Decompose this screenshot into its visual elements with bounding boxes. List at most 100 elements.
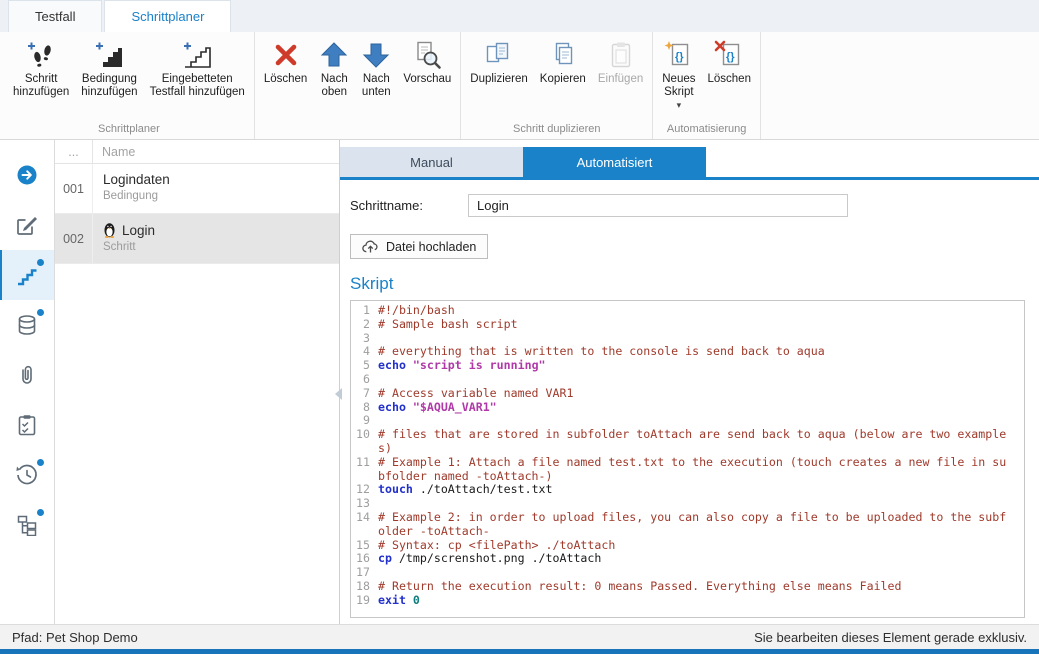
ribbon-button-vorschau[interactable]: Vorschau: [397, 35, 457, 88]
sidebar-item-data[interactable]: [0, 300, 54, 350]
top-tab-schrittplaner[interactable]: Schrittplaner: [104, 0, 231, 32]
line-number: 3: [351, 332, 378, 346]
code-segment: # Access variable named VAR1: [378, 386, 573, 400]
schrittname-input[interactable]: [468, 194, 848, 217]
step-name-text: Login: [122, 223, 155, 238]
code-line: 4# everything that is written to the con…: [351, 345, 1024, 359]
line-number: 1: [351, 304, 378, 318]
ribbon-button-schritt-hinzufugen[interactable]: Schritt hinzufügen: [7, 35, 75, 101]
ribbon-button-duplizieren[interactable]: Duplizieren: [464, 35, 534, 88]
step-name: Login: [103, 222, 329, 238]
code-segment: 0: [406, 593, 420, 607]
ribbon-button-nach-unten[interactable]: Nach unten: [355, 35, 397, 101]
tab-manual[interactable]: Manual: [340, 147, 523, 177]
script-editor[interactable]: 1#!/bin/bash2# Sample bash script34# eve…: [350, 300, 1025, 618]
notification-dot: [37, 509, 44, 516]
step-name-text: Logindaten: [103, 172, 170, 187]
code-segment: # Example 2: in order to upload files, y…: [378, 510, 1006, 538]
code-text: touch ./toAttach/test.txt: [378, 483, 1010, 497]
code-line: 15# Syntax: cp <filePath> ./toAttach: [351, 539, 1024, 553]
code-segment: echo: [378, 400, 406, 414]
code-segment: [406, 400, 413, 414]
ribbon-button-label: Duplizieren: [470, 73, 528, 86]
tab-automatisiert[interactable]: Automatisiert: [523, 147, 706, 177]
ribbon-button-neues-skript[interactable]: {}Neues Skript▾: [656, 35, 701, 111]
bottom-accent-bar: [0, 649, 1039, 654]
line-number: 18: [351, 580, 378, 594]
line-number: 11: [351, 456, 378, 484]
ribbon-group-label: [258, 123, 457, 138]
ribbon-button-loschen[interactable]: {}Löschen: [702, 35, 757, 88]
line-number: 2: [351, 318, 378, 332]
schrittname-row: Schrittname:: [350, 194, 1039, 217]
ribbon-button-bedingung-hinzufugen[interactable]: Bedingung hinzufügen: [75, 35, 143, 101]
ribbon-group-buttons: Schritt hinzufügenBedingung hinzufügenEi…: [7, 35, 251, 122]
script-heading: Skript: [350, 274, 1039, 294]
sidebar-item-dependencies[interactable]: [0, 500, 54, 550]
collapse-panel-arrow-icon[interactable]: [335, 388, 342, 400]
content-area: ... Name 001LogindatenBedingung002LoginS…: [0, 140, 1039, 624]
status-bar: Pfad: Pet Shop Demo Sie bearbeiten diese…: [0, 624, 1039, 649]
code-segment: [406, 358, 413, 372]
ribbon-button-eingebetteten-testfall-hinzufugen[interactable]: Eingebetteten Testfall hinzufügen: [144, 35, 251, 101]
line-number: 4: [351, 345, 378, 359]
ribbon-group-buttons: {}Neues Skript▾{}Löschen: [656, 35, 757, 122]
code-line: 19exit 0: [351, 594, 1024, 608]
code-line: 14# Example 2: in order to upload files,…: [351, 511, 1024, 539]
code-segment: exit: [378, 593, 406, 607]
sidebar-item-navigate[interactable]: [0, 150, 54, 200]
code-segment: # files that are stored in subfolder toA…: [378, 427, 1006, 455]
code-segment: # Syntax: cp <filePath> ./toAttach: [378, 538, 615, 552]
code-text: exit 0: [378, 594, 1010, 608]
line-number: 5: [351, 359, 378, 373]
line-number: 7: [351, 387, 378, 401]
code-text: [378, 414, 1010, 428]
sidebar-item-attachments[interactable]: [0, 350, 54, 400]
cloud-upload-icon: [362, 240, 379, 253]
step-row-002[interactable]: 002LoginSchritt: [55, 214, 339, 264]
step-row-001[interactable]: 001LogindatenBedingung: [55, 164, 339, 214]
code-segment: # Return the execution result: 0 means P…: [378, 579, 902, 593]
code-line: 9: [351, 414, 1024, 428]
sidebar-item-steps[interactable]: [0, 250, 54, 300]
code-text: [378, 566, 1010, 580]
line-number: 16: [351, 552, 378, 566]
ribbon-button-label: Vorschau: [403, 73, 451, 86]
ribbon-button-nach-oben[interactable]: Nach oben: [313, 35, 355, 101]
column-header-more: ...: [55, 140, 93, 163]
penguin-icon: [103, 222, 116, 238]
code-line: 12touch ./toAttach/test.txt: [351, 483, 1024, 497]
code-segment: "$AQUA_VAR1": [413, 400, 497, 414]
svg-text:{}: {}: [675, 51, 684, 63]
upload-file-button[interactable]: Datei hochladen: [350, 234, 488, 259]
ribbon-button-einfugen[interactable]: Einfügen: [592, 35, 649, 88]
sidebar-item-checklist[interactable]: [0, 400, 54, 450]
code-text: echo "$AQUA_VAR1": [378, 401, 1010, 415]
dropdown-caret-icon: ▾: [677, 102, 682, 109]
line-number: 19: [351, 594, 378, 608]
sidebar-item-history[interactable]: [0, 450, 54, 500]
line-number: 9: [351, 414, 378, 428]
code-line: 5echo "script is running": [351, 359, 1024, 373]
step-row-body: LoginSchritt: [93, 214, 339, 263]
code-segment: # everything that is written to the cons…: [378, 344, 825, 358]
step-name: Logindaten: [103, 172, 329, 187]
code-segment: echo: [378, 358, 406, 372]
code-line: 13: [351, 497, 1024, 511]
ribbon-button-label: Schritt hinzufügen: [13, 73, 69, 99]
top-tab-testfall[interactable]: Testfall: [8, 0, 102, 32]
copy-icon: [548, 40, 578, 70]
ribbon-group-edit-1: LöschenNach obenNach unten Vorschau: [255, 32, 461, 139]
step-list-rows: 001LogindatenBedingung002LoginSchritt: [55, 164, 339, 264]
code-line: 7# Access variable named VAR1: [351, 387, 1024, 401]
sidebar-item-edit[interactable]: [0, 200, 54, 250]
code-text: # Access variable named VAR1: [378, 387, 1010, 401]
ribbon-button-kopieren[interactable]: Kopieren: [534, 35, 592, 88]
ribbon-button-loschen[interactable]: Löschen: [258, 35, 313, 88]
ribbon-group-schrittplaner: Schritt hinzufügenBedingung hinzufügenEi…: [4, 32, 255, 139]
status-lock-message: Sie bearbeiten dieses Element gerade exk…: [754, 630, 1027, 645]
delete-x-icon: [271, 40, 301, 70]
history-icon: [16, 464, 38, 486]
line-number: 17: [351, 566, 378, 580]
line-number: 6: [351, 373, 378, 387]
